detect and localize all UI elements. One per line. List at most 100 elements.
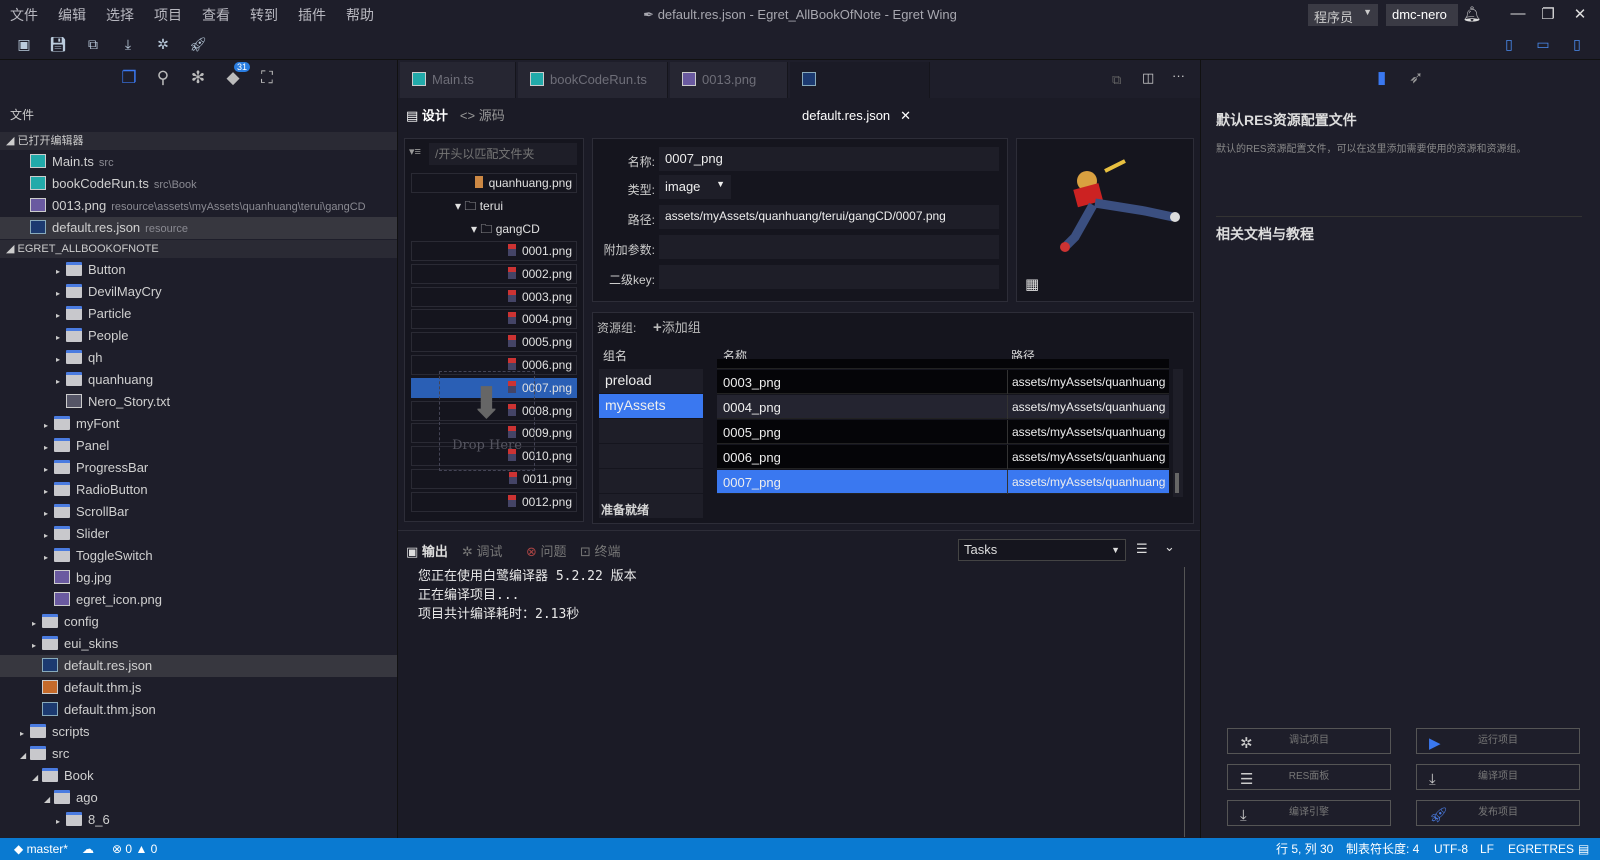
tree-item[interactable]: ▸ quanhuang: [0, 369, 397, 391]
tree-item[interactable]: bg.jpg: [0, 567, 397, 589]
source-tab[interactable]: <> 源码: [460, 105, 505, 124]
resource-row[interactable]: 0005_png assets/myAssets/quanhuang: [717, 420, 1169, 444]
restore-button[interactable]: ❐: [1538, 5, 1558, 23]
tree-item[interactable]: ▸ RadioButton: [0, 479, 397, 501]
tab-problems[interactable]: ⊗ 问题: [526, 541, 567, 560]
resource-row[interactable]: 0003_png assets/myAssets/quanhuang: [717, 370, 1169, 394]
search-icon[interactable]: ⚲: [152, 68, 174, 88]
tree-item[interactable]: ▸ scripts: [0, 721, 397, 743]
feedback-icon[interactable]: ▤: [1578, 838, 1589, 860]
git-branch[interactable]: ◆ master*: [14, 838, 68, 860]
save-all-icon[interactable]: ⧉: [84, 36, 102, 54]
tree-item[interactable]: ▸ Slider: [0, 523, 397, 545]
res-file-item[interactable]: 0005.png: [411, 332, 577, 353]
tab-debug[interactable]: ✲ 调试: [462, 541, 503, 560]
extensions-icon[interactable]: ✻: [187, 68, 209, 88]
folder-gangCD[interactable]: ▾ 🗀︎ gangCD: [471, 220, 540, 241]
tree-item[interactable]: default.thm.json: [0, 699, 397, 721]
tree-item[interactable]: ▸ DevilMayCry: [0, 281, 397, 303]
tree-item[interactable]: ▸ Particle: [0, 303, 397, 325]
res-file-item[interactable]: 0011.png: [411, 469, 577, 489]
tree-item[interactable]: ▸ ToggleSwitch: [0, 545, 397, 567]
res-panel-button[interactable]: ☰ RES面板: [1227, 764, 1391, 790]
tree-item[interactable]: Nero_Story.txt: [0, 391, 397, 413]
task-select[interactable]: Tasks ▼: [958, 539, 1126, 561]
tree-item[interactable]: ▸ config: [0, 611, 397, 633]
build-engine-button[interactable]: ⤓ 编译引擎: [1227, 800, 1391, 826]
toggle-right-panel-icon[interactable]: ▯: [1568, 36, 1586, 54]
menu-select[interactable]: 选择: [96, 5, 144, 25]
menu-project[interactable]: 项目: [144, 5, 192, 25]
more-icon[interactable]: ···: [1172, 68, 1185, 83]
menu-view[interactable]: 查看: [192, 5, 240, 25]
tree-item[interactable]: default.res.json: [0, 655, 397, 677]
publish-icon[interactable]: 🚀︎: [189, 36, 207, 54]
name-field[interactable]: 0007_png: [659, 147, 999, 171]
resource-row[interactable]: 0004_png assets/myAssets/quanhuang: [717, 395, 1169, 419]
scrollbar[interactable]: [1173, 369, 1183, 497]
project-header[interactable]: ◢ EGRET_ALLBOOKOFNOTE: [0, 240, 397, 258]
resource-row[interactable]: 0007_png assets/myAssets/quanhuang: [717, 470, 1169, 494]
design-tab[interactable]: ▤ 设计: [406, 105, 448, 124]
tree-item[interactable]: ◢ ago: [0, 787, 397, 809]
egret-wing-icon[interactable]: ➶: [1409, 68, 1423, 88]
tree-item[interactable]: ▸ eui_skins: [0, 633, 397, 655]
docs-icon[interactable]: ▮: [1377, 68, 1386, 88]
tab-terminal[interactable]: ⊡ 终端: [580, 541, 621, 560]
add-group-button[interactable]: +添加组: [653, 317, 701, 336]
tree-item[interactable]: ▸ 8_6: [0, 809, 397, 831]
toggle-sidebar-icon[interactable]: ▯: [1500, 36, 1518, 54]
tree-item[interactable]: ◢ src: [0, 743, 397, 765]
debug-icon[interactable]: ✲: [154, 36, 172, 54]
tree-item[interactable]: ▸ People: [0, 325, 397, 347]
tree-item[interactable]: ▸ ProgressBar: [0, 457, 397, 479]
subkey-field[interactable]: [659, 265, 999, 289]
layout-icon[interactable]: ⛶: [256, 68, 278, 88]
tab-bookCodeRun.ts[interactable]: bookCodeRun.ts: [518, 62, 668, 98]
res-file-item[interactable]: 0002.png: [411, 263, 577, 284]
tab-default.res.json[interactable]: default.res.json ✕: [790, 62, 930, 123]
tree-item[interactable]: ▸ Button: [0, 259, 397, 281]
run-project-button[interactable]: ▶ 运行项目: [1416, 728, 1580, 754]
collapse-panel-icon[interactable]: ⌄: [1164, 539, 1175, 555]
files-icon[interactable]: ❐: [118, 68, 140, 88]
user-button[interactable]: dmc-nero: [1386, 4, 1458, 26]
build-project-button[interactable]: ⤓ 编译项目: [1416, 764, 1580, 790]
open-editors-header[interactable]: ◢ 已打开编辑器: [0, 132, 397, 150]
role-select[interactable]: 程序员 ▼: [1308, 4, 1378, 26]
menu-edit[interactable]: 编辑: [48, 5, 96, 25]
path-field[interactable]: assets/myAssets/quanhuang/terui/gangCD/0…: [659, 205, 999, 229]
close-window-button[interactable]: ✕: [1570, 5, 1590, 23]
menu-help[interactable]: 帮助: [336, 5, 384, 25]
tree-item[interactable]: ▸ myFont: [0, 413, 397, 435]
minimize-button[interactable]: —: [1508, 5, 1528, 22]
tab-0013.png[interactable]: 0013.png: [670, 62, 788, 98]
res-file-item[interactable]: 0004.png: [411, 309, 577, 330]
problems-indicator[interactable]: ⊗ 0 ▲ 0: [112, 838, 157, 860]
tree-item[interactable]: egret_icon.png: [0, 589, 397, 611]
res-file-item[interactable]: 0012.png: [411, 491, 577, 512]
tab-Main.ts[interactable]: Main.ts: [400, 62, 516, 98]
open-editor-item[interactable]: 0013.png resource\assets\myAssets\quanhua…: [0, 195, 397, 217]
language-mode[interactable]: EGRETRES: [1508, 838, 1574, 860]
save-icon[interactable]: 💾︎: [49, 36, 67, 54]
type-select[interactable]: image ▼: [659, 175, 731, 199]
group-item[interactable]: preload: [599, 369, 703, 393]
filter-icon[interactable]: ▾≡: [409, 145, 421, 158]
drop-zone[interactable]: ⬇ Drop Here: [439, 371, 535, 471]
grid-icon[interactable]: ▦: [1025, 275, 1039, 293]
res-file-item[interactable]: 0001.png: [411, 241, 577, 261]
toggle-panel-icon[interactable]: ▭: [1534, 36, 1552, 54]
bell-icon[interactable]: 🔔︎: [1462, 5, 1482, 23]
folder-terui[interactable]: ▾ 🗀︎ terui: [455, 197, 503, 218]
tab-size[interactable]: 制表符长度: 4: [1346, 838, 1419, 860]
menu-file[interactable]: 文件: [0, 5, 48, 25]
res-file-item[interactable]: 0003.png: [411, 286, 577, 307]
split-compare-icon[interactable]: ⧉: [1112, 72, 1121, 88]
tree-item[interactable]: ◢ Book: [0, 765, 397, 787]
open-editor-item[interactable]: default.res.json resource: [0, 217, 397, 239]
tree-item[interactable]: ▸ qh: [0, 347, 397, 369]
resource-row[interactable]: 0006_png assets/myAssets/quanhuang: [717, 445, 1169, 469]
menu-goto[interactable]: 转到: [240, 5, 288, 25]
params-field[interactable]: [659, 235, 999, 259]
